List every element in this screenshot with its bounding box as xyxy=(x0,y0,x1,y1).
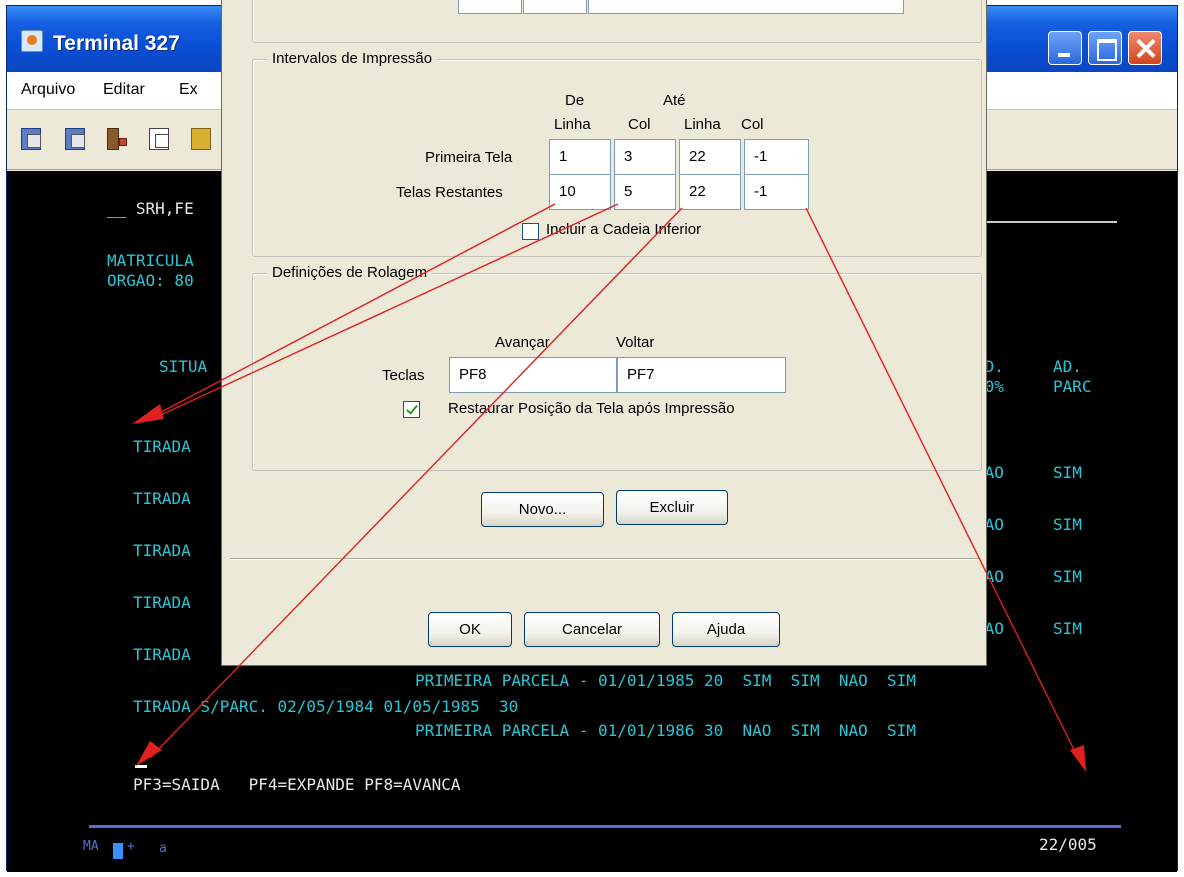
top-field[interactable] xyxy=(523,0,587,14)
primeira-col-ate-field[interactable]: -1 xyxy=(744,139,809,175)
cursor-indicator xyxy=(113,843,123,859)
close-button[interactable] xyxy=(1128,31,1162,65)
print-icon[interactable] xyxy=(189,124,215,154)
dialog-separator xyxy=(230,558,980,560)
java-cup-icon xyxy=(21,30,43,52)
exit-door-icon[interactable] xyxy=(105,124,131,154)
header-ate: Até xyxy=(663,92,686,109)
menu-arquivo[interactable]: Arquivo xyxy=(21,81,75,99)
right-value: SIM xyxy=(1053,567,1082,586)
header-linha-ate: Linha xyxy=(684,116,721,133)
header-col-ate: Col xyxy=(741,116,764,133)
tirada-row: TIRADA xyxy=(133,437,191,456)
header-de: De xyxy=(565,92,585,109)
parcela-row: PRIMEIRA PARCELA - 01/01/1986 30 NAO SIM… xyxy=(415,721,916,740)
restantes-linha-de-field[interactable]: 10 xyxy=(549,174,611,210)
restore-position-label: Restaurar Posição da Tela após Impressão xyxy=(448,400,735,417)
situacao-header: SITUA xyxy=(159,357,208,376)
primeira-linha-de-field[interactable]: 1 xyxy=(549,139,611,175)
restore-position-checkbox[interactable] xyxy=(403,401,420,418)
connect-icon[interactable] xyxy=(63,124,89,154)
menu-editar[interactable]: Editar xyxy=(103,81,145,99)
restantes-linha-ate-field[interactable]: 22 xyxy=(679,174,741,210)
text-cursor xyxy=(135,765,147,768)
include-bottom-checkbox[interactable] xyxy=(522,223,539,240)
tirada-spar-row: TIRADA S/PARC. 02/05/1984 01/05/1985 30 xyxy=(133,697,519,716)
header-voltar: Voltar xyxy=(616,334,655,351)
orgao-label: ORGAO: 80 xyxy=(107,271,194,290)
primeira-linha-ate-field[interactable]: 22 xyxy=(679,139,741,175)
novo-button[interactable]: Novo... xyxy=(481,492,604,527)
tirada-row: TIRADA xyxy=(133,489,191,508)
excluir-button[interactable]: Excluir xyxy=(616,490,728,525)
include-bottom-label: Incluir a Cadeia Inferior xyxy=(546,221,702,238)
maximize-button[interactable] xyxy=(1088,31,1122,65)
restantes-col-ate-field[interactable]: -1 xyxy=(744,174,809,210)
header-linha-de: Linha xyxy=(554,116,591,133)
screen-header: __ SRH,FE xyxy=(107,199,194,218)
telas-restantes-label: Telas Restantes xyxy=(396,184,503,201)
print-intervals-title: Intervalos de Impressão xyxy=(267,50,438,67)
avancar-key-field[interactable]: PF8 xyxy=(449,357,617,393)
right-value: SIM xyxy=(1053,515,1082,534)
status-left: MA xyxy=(83,839,99,854)
session-icon[interactable] xyxy=(19,124,45,154)
col-ad2-header: AD. xyxy=(1053,357,1082,376)
function-keys-line: PF3=SAIDA PF4=EXPANDE PF8=AVANCA xyxy=(133,775,461,794)
cancelar-button[interactable]: Cancelar xyxy=(524,612,660,647)
cursor-position: 22/005 xyxy=(1039,835,1097,854)
primeira-tela-label: Primeira Tela xyxy=(425,149,513,166)
ajuda-button[interactable]: Ajuda xyxy=(672,612,780,647)
ok-button[interactable]: OK xyxy=(428,612,512,647)
header-avancar: Avançar xyxy=(495,334,550,351)
tirada-row: TIRADA xyxy=(133,541,191,560)
print-intervals-group: Intervalos de Impressão De Até Linha Col… xyxy=(252,50,982,257)
minimize-button[interactable] xyxy=(1048,31,1082,65)
copy-icon[interactable] xyxy=(147,124,173,154)
scroll-definitions-group: Definições de Rolagem Avançar Voltar Tec… xyxy=(252,264,982,471)
print-settings-dialog: Intervalos de Impressão De Até Linha Col… xyxy=(221,0,987,666)
col-ad2-sub: PARC xyxy=(1053,377,1092,396)
keys-label: Teclas xyxy=(382,367,425,384)
status-plus: + xyxy=(127,839,135,854)
tirada-row: TIRADA xyxy=(133,645,191,664)
voltar-key-field[interactable]: PF7 xyxy=(617,357,786,393)
menu-exibir[interactable]: Ex xyxy=(179,81,198,99)
right-value: SIM xyxy=(1053,463,1082,482)
primeira-col-de-field[interactable]: 3 xyxy=(614,139,676,175)
window-title: Terminal 327 xyxy=(53,32,180,55)
restantes-col-de-field[interactable]: 5 xyxy=(614,174,676,210)
status-mid: a xyxy=(159,841,167,856)
header-col-de: Col xyxy=(628,116,651,133)
top-field[interactable] xyxy=(458,0,522,14)
top-settings-group xyxy=(252,0,982,43)
right-value: SIM xyxy=(1053,619,1082,638)
tirada-row: TIRADA xyxy=(133,593,191,612)
scroll-definitions-title: Definições de Rolagem xyxy=(267,264,433,281)
matricula-label: MATRICULA xyxy=(107,251,194,270)
status-separator xyxy=(89,825,1121,828)
top-field[interactable] xyxy=(588,0,904,14)
parcela-row: PRIMEIRA PARCELA - 01/01/1985 20 SIM SIM… xyxy=(415,671,916,690)
